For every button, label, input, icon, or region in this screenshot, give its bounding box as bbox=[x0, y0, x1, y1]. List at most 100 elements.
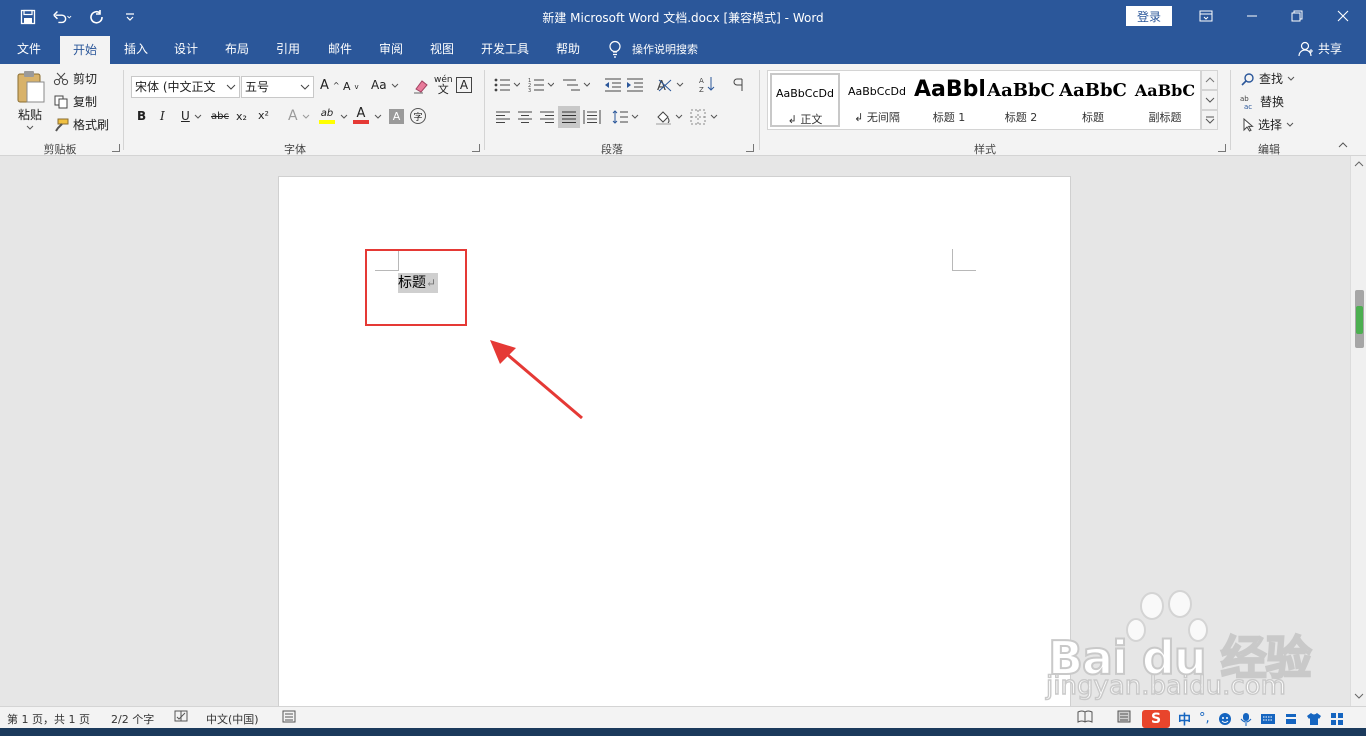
format-painter-button[interactable]: 格式刷 bbox=[53, 116, 109, 133]
replace-button[interactable]: ab ac 替换 bbox=[1240, 93, 1284, 110]
collapse-ribbon-icon[interactable] bbox=[1338, 142, 1348, 148]
tab-mailings[interactable]: 邮件 bbox=[318, 34, 362, 64]
read-mode-icon[interactable] bbox=[1077, 710, 1093, 726]
tab-home[interactable]: 开始 bbox=[60, 36, 110, 64]
highlight-dropdown-icon[interactable] bbox=[340, 114, 348, 119]
microphone-icon[interactable] bbox=[1240, 712, 1252, 726]
numbering-button[interactable]: 123 bbox=[528, 77, 554, 93]
clipboard-launcher-icon[interactable] bbox=[112, 144, 120, 152]
tab-help[interactable]: 帮助 bbox=[546, 34, 590, 64]
subscript-button[interactable]: x₂ bbox=[236, 110, 247, 123]
styles-scroll-down-icon[interactable] bbox=[1201, 90, 1218, 110]
borders-button[interactable] bbox=[690, 109, 720, 125]
macro-record-icon[interactable] bbox=[282, 710, 296, 726]
tab-insert[interactable]: 插入 bbox=[114, 34, 158, 64]
italic-button[interactable]: I bbox=[160, 109, 165, 123]
shading-button[interactable] bbox=[655, 109, 685, 125]
ime-skin-icon[interactable] bbox=[1306, 712, 1322, 726]
style-subtitle[interactable]: AaBbC 副标题 bbox=[1130, 73, 1200, 127]
customize-qat-icon[interactable] bbox=[120, 7, 140, 27]
bullets-button[interactable] bbox=[494, 77, 520, 93]
line-spacing-button[interactable] bbox=[612, 109, 640, 125]
restore-icon[interactable] bbox=[1285, 5, 1309, 27]
grow-font-button[interactable]: A ^ bbox=[320, 78, 340, 93]
word-count[interactable]: 2/2 个字 bbox=[111, 711, 154, 727]
emoji-icon[interactable] bbox=[1218, 712, 1232, 726]
clear-formatting-button[interactable] bbox=[413, 78, 429, 94]
enclose-characters-button[interactable]: 字 bbox=[410, 108, 426, 124]
close-icon[interactable] bbox=[1331, 5, 1355, 27]
style-title[interactable]: AaBbC 标题 bbox=[1058, 73, 1128, 127]
ime-mode-chinese[interactable]: 中 bbox=[1178, 709, 1191, 728]
style-heading-1[interactable]: AaBbl 标题 1 bbox=[914, 73, 984, 127]
styles-scroll-up-icon[interactable] bbox=[1201, 70, 1218, 90]
paste-button[interactable]: 粘贴 bbox=[14, 70, 46, 130]
redo-icon[interactable] bbox=[86, 7, 106, 27]
bold-button[interactable]: B bbox=[137, 109, 146, 123]
ime-tools-icon[interactable] bbox=[1284, 712, 1298, 726]
punctuation-icon[interactable]: °, bbox=[1199, 711, 1210, 726]
tab-layout[interactable]: 布局 bbox=[215, 34, 259, 64]
cut-button[interactable]: 剪切 bbox=[53, 70, 97, 87]
strikethrough-button[interactable]: abc bbox=[211, 111, 229, 122]
language-indicator[interactable]: 中文(中国) bbox=[206, 711, 259, 727]
paragraph-launcher-icon[interactable] bbox=[746, 144, 754, 152]
character-border-button[interactable]: A bbox=[456, 77, 472, 93]
style-heading-2[interactable]: AaBbC 标题 2 bbox=[986, 73, 1056, 127]
justify-button[interactable] bbox=[558, 106, 580, 128]
font-color-dropdown-icon[interactable] bbox=[374, 114, 382, 119]
change-case-button[interactable]: Aa bbox=[371, 78, 399, 92]
tab-review[interactable]: 审阅 bbox=[369, 34, 413, 64]
scroll-down-icon[interactable] bbox=[1351, 690, 1366, 702]
styles-launcher-icon[interactable] bbox=[1218, 144, 1226, 152]
share-button[interactable]: 共享 bbox=[1298, 40, 1342, 57]
minimize-icon[interactable] bbox=[1240, 5, 1264, 27]
proofing-icon[interactable] bbox=[174, 710, 188, 726]
distributed-button[interactable] bbox=[583, 109, 601, 125]
tab-design[interactable]: 设计 bbox=[164, 34, 208, 64]
superscript-button[interactable]: x² bbox=[258, 109, 269, 122]
sogou-ime-icon[interactable]: S bbox=[1142, 709, 1170, 728]
tab-developer[interactable]: 开发工具 bbox=[474, 34, 536, 64]
align-right-button[interactable] bbox=[539, 110, 555, 124]
paste-dropdown-icon[interactable] bbox=[26, 125, 34, 130]
font-name-combo[interactable]: 宋体 (中文正文 bbox=[131, 76, 240, 98]
character-shading-button[interactable]: A bbox=[389, 109, 404, 124]
tab-file[interactable]: 文件 bbox=[6, 34, 52, 64]
style-no-spacing[interactable]: AaBbCcDd ↲ 无间隔 bbox=[842, 73, 912, 127]
highlight-button[interactable]: ab bbox=[319, 108, 335, 124]
show-hide-marks-button[interactable] bbox=[732, 77, 746, 93]
keyboard-icon[interactable] bbox=[1260, 713, 1276, 725]
page-count[interactable]: 第 1 页，共 1 页 bbox=[7, 711, 90, 727]
login-button[interactable]: 登录 bbox=[1126, 6, 1172, 26]
save-icon[interactable] bbox=[18, 7, 38, 27]
font-launcher-icon[interactable] bbox=[472, 144, 480, 152]
align-center-button[interactable] bbox=[517, 110, 533, 124]
asian-layout-button[interactable]: A bbox=[657, 77, 685, 93]
font-size-combo[interactable]: 五号 bbox=[241, 76, 314, 98]
align-left-button[interactable] bbox=[495, 110, 511, 124]
text-effects-button[interactable]: A bbox=[288, 108, 310, 124]
find-button[interactable]: 查找 bbox=[1241, 70, 1295, 87]
tab-view[interactable]: 视图 bbox=[420, 34, 464, 64]
underline-button[interactable]: U bbox=[181, 109, 202, 123]
style-normal[interactable]: AaBbCcDd ↲ 正文 bbox=[770, 73, 840, 127]
undo-icon[interactable] bbox=[52, 7, 72, 27]
sort-button[interactable]: AZ bbox=[699, 75, 715, 93]
shrink-font-button[interactable]: Av bbox=[343, 80, 359, 93]
tab-references[interactable]: 引用 bbox=[266, 34, 310, 64]
decrease-indent-button[interactable] bbox=[604, 77, 622, 93]
print-layout-icon[interactable] bbox=[1117, 710, 1131, 726]
tell-me-search[interactable]: 操作说明搜索 bbox=[608, 40, 698, 58]
scroll-up-icon[interactable] bbox=[1351, 158, 1366, 170]
styles-more-icon[interactable] bbox=[1201, 110, 1218, 130]
copy-button[interactable]: 复制 bbox=[53, 93, 97, 110]
increase-indent-button[interactable] bbox=[626, 77, 644, 93]
multilevel-list-button[interactable] bbox=[562, 77, 590, 93]
phonetic-guide-button[interactable]: wén 文 bbox=[434, 75, 453, 95]
select-button[interactable]: 选择 bbox=[1242, 116, 1294, 133]
ribbon-display-options-icon[interactable] bbox=[1194, 5, 1218, 27]
vertical-scrollbar[interactable] bbox=[1350, 156, 1366, 706]
font-color-button[interactable]: A bbox=[353, 107, 369, 124]
ime-menu-icon[interactable] bbox=[1330, 712, 1344, 726]
